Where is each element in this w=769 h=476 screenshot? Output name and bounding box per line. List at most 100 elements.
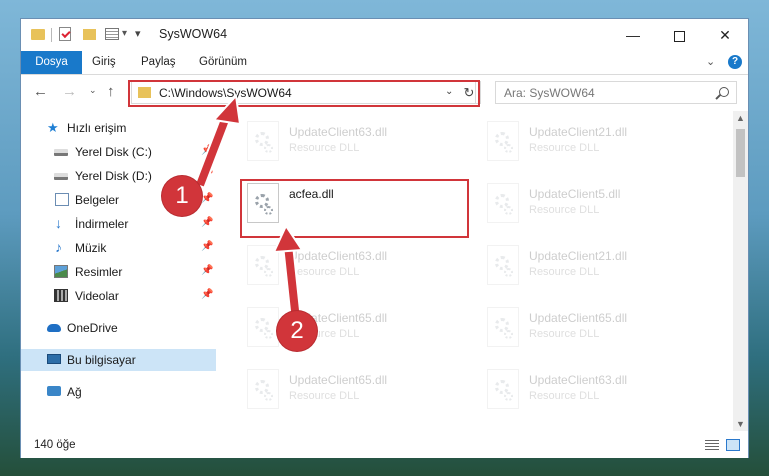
dll-file-icon — [247, 369, 279, 409]
dll-file-icon — [487, 369, 519, 409]
star-icon: ★ — [47, 120, 59, 135]
documents-icon — [55, 193, 69, 206]
sidebar-item-label: Müzik — [75, 241, 107, 255]
sidebar-item-pictures[interactable]: Resimler 📌 — [21, 261, 216, 283]
pin-icon: 📌 — [201, 193, 214, 204]
pin-icon: 📌 — [201, 241, 214, 252]
title-bar: ▾ ▾ SysWOW64 — ✕ — [21, 19, 748, 51]
sidebar-item-label: Videolar — [75, 289, 119, 303]
file-name: UpdateClient21.dll — [529, 249, 628, 263]
file-item[interactable]: UpdateClient65.dll Resource DLL — [241, 365, 471, 421]
window-title: SysWOW64 — [159, 27, 228, 41]
sidebar-item-label: OneDrive — [67, 321, 118, 335]
details-view-icon[interactable] — [705, 440, 719, 450]
file-description: Resource DLL — [289, 266, 360, 278]
sidebar-item-label: Yerel Disk (C:) — [75, 145, 152, 159]
dll-file-icon — [487, 183, 519, 223]
scroll-thumb[interactable] — [736, 129, 745, 177]
sidebar-item-videos[interactable]: Videolar 📌 — [21, 285, 216, 307]
drive-icon — [54, 149, 68, 156]
file-item[interactable]: UpdateClient63.dll Resource DLL — [481, 365, 711, 421]
close-button[interactable]: ✕ — [702, 19, 748, 51]
address-highlight-box — [128, 80, 480, 107]
maximize-icon — [673, 30, 685, 42]
sidebar-item-onedrive[interactable]: OneDrive — [21, 317, 216, 339]
file-description: Resource DLL — [289, 390, 360, 402]
maximize-button[interactable] — [656, 19, 702, 51]
status-bar: 140 öğe — [21, 432, 748, 458]
large-icons-view-icon[interactable] — [726, 439, 740, 451]
file-name: UpdateClient5.dll — [529, 187, 621, 201]
file-name: UpdateClient21.dll — [529, 125, 628, 139]
file-list: UpdateClient63.dll Resource DLL UpdateCl… — [221, 111, 730, 429]
dll-file-icon — [247, 307, 279, 347]
sidebar-item-label: İndirmeler — [75, 217, 129, 231]
tab-share[interactable]: Paylaş — [129, 51, 188, 74]
file-description: Resource DLL — [529, 390, 600, 402]
properties-check-icon[interactable] — [59, 27, 71, 41]
sidebar-item-label: Hızlı erişim — [67, 121, 127, 135]
forward-icon[interactable]: → — [62, 83, 77, 100]
quick-access-dropdown-icon[interactable]: ▾ — [122, 28, 127, 39]
sidebar-item-network[interactable]: Ağ — [21, 381, 216, 403]
file-name: UpdateClient65.dll — [289, 373, 388, 387]
folder-icon[interactable] — [31, 29, 45, 40]
dll-file-icon — [487, 245, 519, 285]
sidebar-item-label: Ağ — [67, 385, 82, 399]
ribbon-tabs: Dosya Giriş Paylaş Görünüm ⌄ ? — [21, 51, 748, 75]
sidebar-item-label: Resimler — [75, 265, 123, 279]
video-icon — [54, 289, 68, 302]
recent-locations-icon[interactable]: ⌄ — [89, 85, 97, 96]
back-icon[interactable]: ← — [33, 83, 48, 100]
file-description: Resource DLL — [529, 204, 600, 216]
file-item[interactable]: UpdateClient63.dll Resource DLL — [241, 117, 471, 173]
sidebar-item-this-pc[interactable]: Bu bilgisayar — [21, 349, 216, 371]
file-item[interactable]: UpdateClient65.dll Resource DLL — [241, 303, 471, 359]
file-item[interactable]: UpdateClient5.dll Resource DLL — [481, 179, 711, 235]
vertical-scrollbar[interactable]: ▲ ▼ — [733, 111, 748, 431]
file-name: UpdateClient63.dll — [289, 249, 388, 263]
dll-file-icon — [487, 121, 519, 161]
pictures-icon — [54, 265, 68, 278]
tab-home[interactable]: Giriş — [80, 51, 128, 74]
download-icon: ↓ — [55, 215, 62, 231]
sidebar-item-label: Belgeler — [75, 193, 120, 207]
file-highlight-box — [240, 179, 469, 238]
pin-icon: 📌 — [201, 169, 214, 180]
file-item[interactable]: UpdateClient21.dll Resource DLL — [481, 241, 711, 297]
network-icon — [47, 386, 61, 396]
file-description: Resource DLL — [529, 328, 600, 340]
file-item[interactable]: UpdateClient65.dll Resource DLL — [481, 303, 711, 359]
search-input[interactable]: Ara: SysWOW64 — [495, 81, 737, 104]
help-icon[interactable]: ? — [728, 55, 742, 69]
file-name: UpdateClient65.dll — [529, 311, 628, 325]
drive-icon — [54, 173, 68, 180]
minimize-button[interactable]: — — [610, 19, 656, 51]
file-item[interactable]: UpdateClient63.dll Resource DLL — [241, 241, 471, 297]
sidebar-item-local-disk-c[interactable]: Yerel Disk (C:) 📌 — [21, 141, 216, 163]
pin-icon: 📌 — [201, 145, 214, 156]
scroll-down-icon[interactable]: ▼ — [736, 419, 745, 429]
item-count: 140 öğe — [34, 439, 76, 451]
file-description: Resource DLL — [529, 266, 600, 278]
up-icon[interactable]: ↑ — [107, 83, 115, 100]
pin-icon: 📌 — [201, 289, 214, 300]
sidebar-item-quick-access[interactable]: ★ Hızlı erişim — [21, 117, 216, 139]
dll-file-icon — [487, 307, 519, 347]
dll-file-icon — [247, 245, 279, 285]
onedrive-icon — [47, 324, 61, 332]
scroll-up-icon[interactable]: ▲ — [736, 113, 745, 123]
tab-file[interactable]: Dosya — [21, 51, 82, 74]
sidebar-item-downloads[interactable]: ↓ İndirmeler 📌 — [21, 213, 216, 235]
file-name: UpdateClient63.dll — [529, 373, 628, 387]
tab-view[interactable]: Görünüm — [187, 51, 259, 74]
search-icon[interactable] — [719, 87, 729, 97]
expand-ribbon-icon[interactable]: ⌄ — [706, 55, 715, 68]
sidebar-item-label: Yerel Disk (D:) — [75, 169, 152, 183]
rename-icon[interactable] — [105, 28, 119, 40]
sidebar-item-music[interactable]: ♪ Müzik 📌 — [21, 237, 216, 259]
file-item[interactable]: UpdateClient21.dll Resource DLL — [481, 117, 711, 173]
computer-icon — [47, 354, 61, 364]
new-folder-icon[interactable] — [83, 29, 96, 40]
customize-toolbar-icon[interactable]: ▾ — [135, 27, 141, 40]
